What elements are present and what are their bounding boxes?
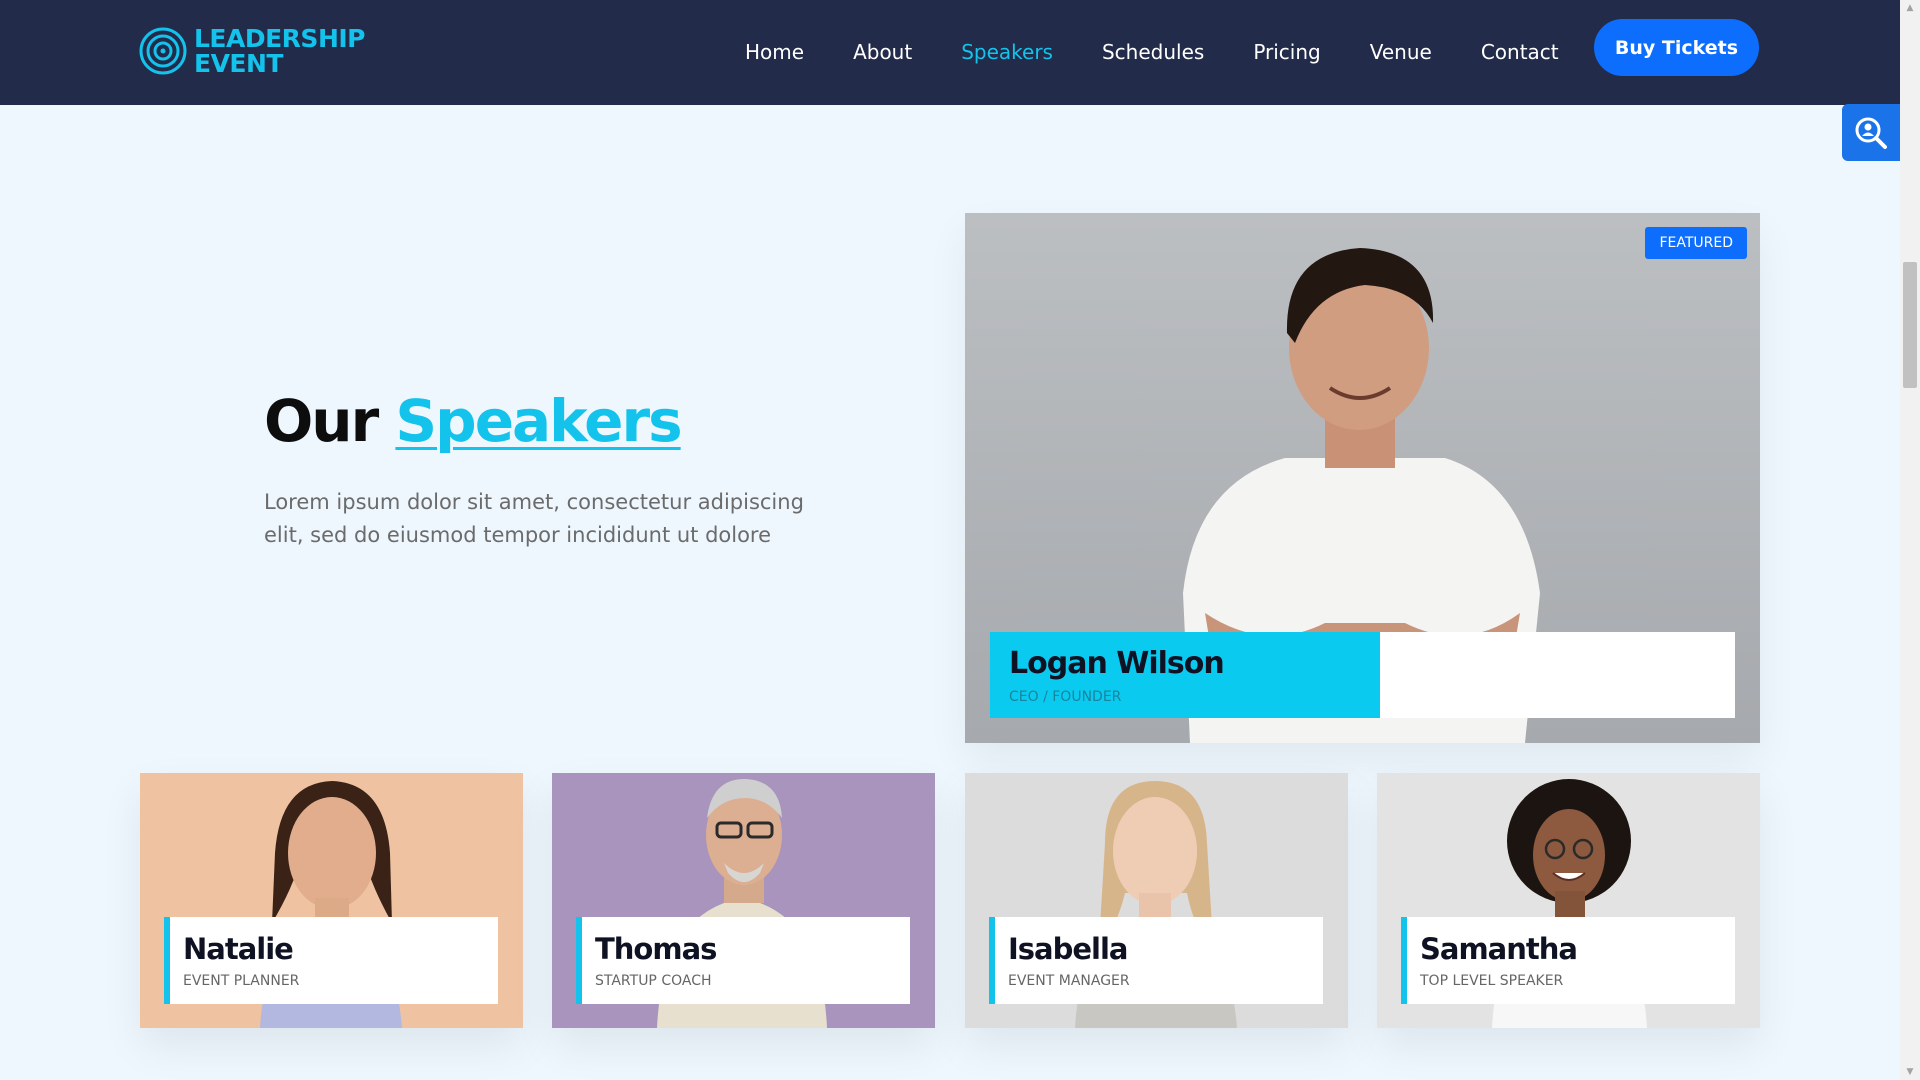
nav-item-pricing[interactable]: Pricing bbox=[1253, 40, 1320, 64]
speaker-label: Thomas STARTUP COACH bbox=[576, 917, 910, 1004]
nav-item-contact[interactable]: Contact bbox=[1481, 40, 1559, 64]
speaker-name: Natalie bbox=[183, 932, 294, 966]
speaker-role: TOP LEVEL SPEAKER bbox=[1420, 973, 1564, 989]
section-heading: Our Speakers bbox=[264, 387, 683, 455]
nav-item-venue[interactable]: Venue bbox=[1370, 40, 1432, 64]
speaker-card-natalie[interactable]: Natalie EVENT PLANNER bbox=[140, 773, 523, 1028]
speaker-card-isabella[interactable]: Isabella EVENT MANAGER bbox=[965, 773, 1348, 1028]
nav-item-home[interactable]: Home bbox=[745, 40, 804, 64]
nav-item-schedules[interactable]: Schedules bbox=[1102, 40, 1204, 64]
search-widget-button[interactable] bbox=[1842, 104, 1900, 161]
site-header: LEADERSHIP EVENT Home About Speakers Sch… bbox=[0, 0, 1900, 105]
featured-label-fill bbox=[1380, 632, 1735, 718]
logo[interactable]: LEADERSHIP EVENT bbox=[138, 24, 366, 78]
speaker-role: EVENT MANAGER bbox=[1008, 973, 1130, 989]
heading-accent: Speakers bbox=[395, 387, 682, 455]
speaker-name: Isabella bbox=[1008, 932, 1129, 966]
scroll-up-arrow-icon[interactable]: ▲ bbox=[1900, 0, 1920, 16]
featured-speaker-name: Logan Wilson bbox=[1009, 646, 1225, 681]
logo-line-1: LEADERSHIP bbox=[194, 24, 366, 53]
nav-item-about[interactable]: About bbox=[853, 40, 912, 64]
main-nav: Home About Speakers Schedules Pricing Ve… bbox=[745, 40, 1608, 64]
speaker-card-thomas[interactable]: Thomas STARTUP COACH bbox=[552, 773, 935, 1028]
speaker-name: Thomas bbox=[595, 932, 717, 966]
speaker-role: STARTUP COACH bbox=[595, 973, 712, 989]
nav-item-speakers[interactable]: Speakers bbox=[961, 40, 1053, 64]
scrollbar-thumb[interactable] bbox=[1903, 262, 1917, 388]
person-search-icon bbox=[1855, 117, 1887, 149]
concentric-circles-icon bbox=[139, 27, 187, 75]
logo-line-2: EVENT bbox=[194, 49, 283, 78]
speaker-label: Isabella EVENT MANAGER bbox=[989, 917, 1323, 1004]
speaker-role: EVENT PLANNER bbox=[183, 973, 300, 989]
featured-speaker-role: CEO / FOUNDER bbox=[1009, 689, 1122, 705]
intro-text: Lorem ipsum dolor sit amet, consectetur … bbox=[264, 490, 804, 547]
speaker-label: Natalie EVENT PLANNER bbox=[164, 917, 498, 1004]
speaker-name: Samantha bbox=[1420, 932, 1578, 966]
featured-speaker-card[interactable]: FEATURED Logan Wilson CEO / FOUNDER bbox=[965, 213, 1760, 743]
speaker-label: Samantha TOP LEVEL SPEAKER bbox=[1401, 917, 1735, 1004]
scroll-down-arrow-icon[interactable]: ▼ bbox=[1900, 1064, 1920, 1080]
buy-tickets-button[interactable]: Buy Tickets bbox=[1594, 19, 1759, 76]
page-scrollbar[interactable]: ▲ ▼ bbox=[1900, 0, 1920, 1080]
speaker-card-samantha[interactable]: Samantha TOP LEVEL SPEAKER bbox=[1377, 773, 1760, 1028]
featured-name-block: Logan Wilson CEO / FOUNDER bbox=[990, 632, 1380, 718]
logo-text: LEADERSHIP EVENT bbox=[194, 24, 366, 78]
featured-speaker-label: Logan Wilson CEO / FOUNDER bbox=[990, 632, 1760, 718]
featured-badge: FEATURED bbox=[1645, 227, 1747, 259]
heading-plain: Our bbox=[264, 387, 379, 455]
